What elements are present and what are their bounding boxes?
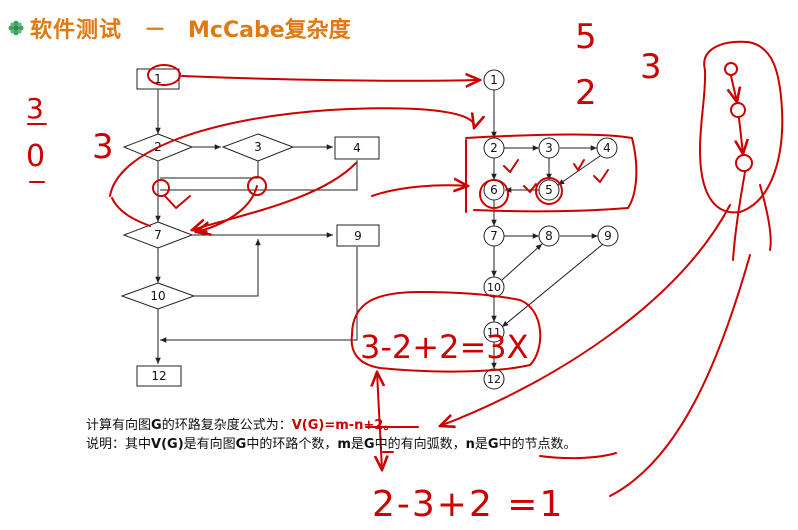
caption-1-G: G — [151, 418, 162, 433]
ink-num-top3: 3 — [640, 47, 662, 87]
fg-label-9: 9 — [604, 229, 612, 243]
ink-calc1: 3-2+2=3X — [360, 328, 529, 366]
caption-1-prefix: 计算有向图 — [86, 418, 152, 433]
caption-1-mid: 的环路复杂度公式为： — [161, 418, 292, 433]
caption-2-G1: G — [235, 437, 247, 452]
caption-line-2: 说明：其中V(G)是有向图G中的环路个数，m是G中的有向弧数，n是G中的节点数。 — [86, 433, 577, 452]
fg-label-12: 12 — [487, 373, 501, 386]
ink-blob-node-c — [735, 154, 753, 172]
caption-2-f: 中的节点数。 — [498, 437, 577, 452]
caption-2-c: 是 — [350, 437, 364, 452]
fg-edge-9-11 — [501, 243, 604, 328]
ink-num-top2: 2 — [575, 73, 597, 113]
fc-edge-3-merge — [160, 161, 259, 179]
fc-label-12: 12 — [151, 369, 166, 383]
caption-2-G2: G — [363, 437, 375, 452]
ink-tick-a — [503, 159, 519, 173]
ink-arrow-to-formula — [440, 204, 731, 426]
caption-2-prefix: 说明：其中 — [86, 437, 152, 452]
ink-num-left-frac-bottom: 0 — [26, 139, 45, 174]
ink-num-left-3: 3 — [92, 127, 114, 167]
ink-arrow-from-3 — [192, 162, 357, 230]
ink-tick-b — [523, 183, 537, 193]
caption-2-b: 中的环路个数， — [246, 437, 338, 452]
ink-blob-tail-2 — [759, 184, 772, 251]
ink-blob-tail-1 — [732, 171, 746, 261]
fc-label-10: 10 — [150, 289, 165, 303]
ink-left-curve — [111, 197, 151, 227]
fg-label-3: 3 — [545, 141, 553, 155]
caption-2-n: n — [465, 437, 475, 452]
ink-blob-node-a — [724, 62, 738, 76]
ink-merge-circle-a — [152, 179, 170, 197]
ink-arrow-to-bracket — [371, 185, 468, 197]
fg-edge-4-5 — [557, 155, 601, 186]
caption-2-e: 是 — [474, 437, 488, 452]
ink-arrow-to-calc2 — [609, 254, 751, 497]
fc-edge-10-loop — [194, 239, 261, 297]
caption-2-G3: G — [487, 437, 499, 452]
ink-right-blob — [699, 40, 784, 214]
fg-label-4: 4 — [603, 141, 611, 155]
fg-label-2: 2 — [490, 141, 498, 155]
caption-2-d: 中的有向弧数， — [374, 437, 466, 452]
caption-line-1: 计算有向图G的环路复杂度公式为：V(G)=m-n+2。 — [86, 414, 396, 433]
ink-arrow-1-to-1 — [181, 76, 480, 81]
caption-1-end: 。 — [383, 418, 397, 433]
ink-tick-c — [593, 169, 609, 183]
fg-label-7: 7 — [490, 229, 498, 243]
fg-label-10: 10 — [487, 281, 501, 294]
fc-label-4: 4 — [353, 141, 361, 155]
caption-2-VG: V(G) — [151, 437, 184, 452]
fc-label-9: 9 — [354, 229, 362, 243]
fg-edge-10-8 — [501, 243, 543, 281]
fg-label-1: 1 — [490, 73, 498, 87]
fg-label-5: 5 — [545, 183, 553, 197]
fg-label-6: 6 — [490, 183, 498, 197]
caption-1-formula: V(G)=m-n+2 — [291, 418, 384, 433]
caption-2-a: 是有向图 — [183, 437, 236, 452]
fc-label-3: 3 — [254, 140, 262, 154]
ink-blob-edge-ab — [731, 75, 737, 102]
ink-blob-edge-bc — [739, 117, 743, 154]
ink-blob-node-b — [730, 102, 746, 118]
ink-calc2: 2-3+2 =1 — [372, 484, 564, 525]
ink-num-left-frac-top: 3 — [26, 92, 44, 125]
ink-underline-nodes — [539, 452, 617, 460]
caption-2-m: m — [337, 437, 351, 452]
fg-label-8: 8 — [545, 229, 553, 243]
ink-tick-left — [164, 195, 191, 209]
fc-label-7: 7 — [154, 228, 162, 242]
ink-num-top5: 5 — [575, 17, 597, 57]
